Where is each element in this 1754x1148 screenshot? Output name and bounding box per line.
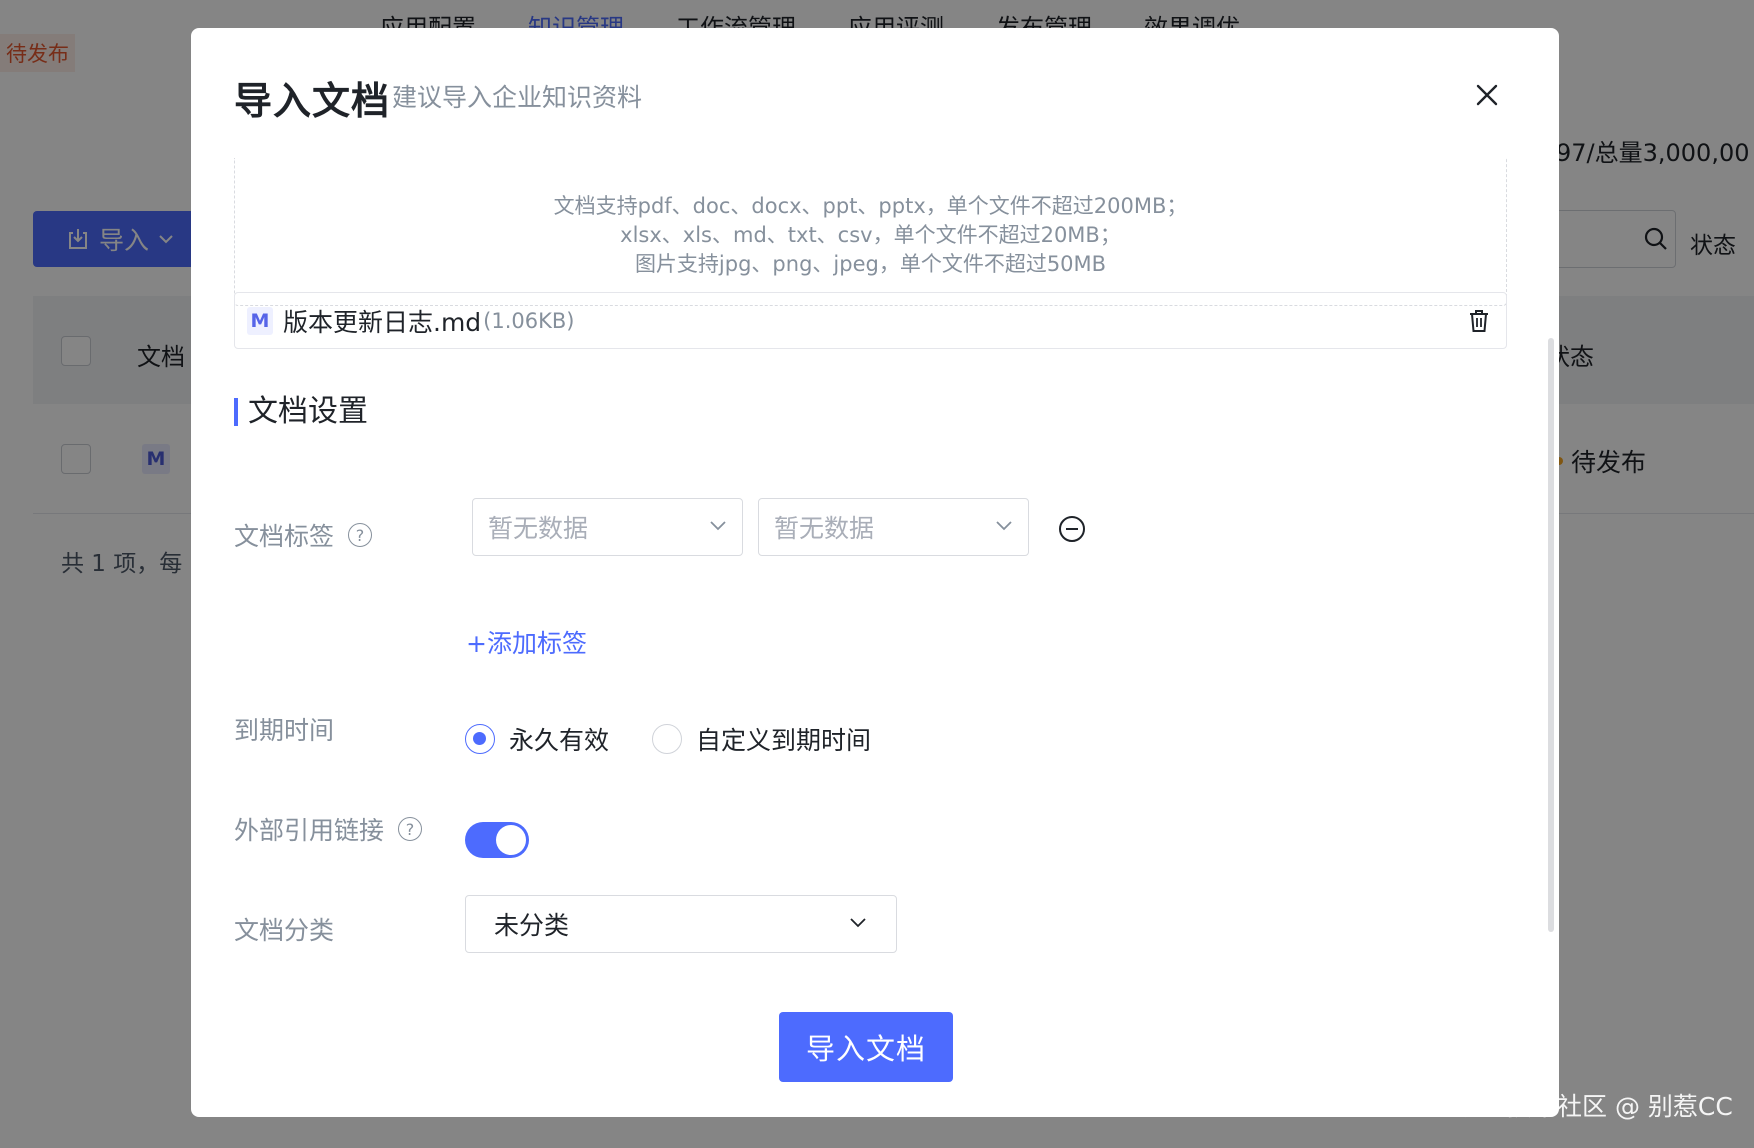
expiry-option-custom-label: 自定义到期时间 [696,726,872,755]
tags-label: 文档标签 ? [234,517,373,553]
tag-key-select[interactable]: 暂无数据 [472,498,743,556]
markdown-file-icon: M [247,306,273,335]
import-document-modal: 导入文档 建议导入企业知识资料 文档支持pdf、doc、docx、ppt、ppt… [191,28,1559,1117]
add-tag-button[interactable]: +添加标签 [466,624,587,660]
external-link-label-text: 外部引用链接 [234,816,385,845]
close-icon[interactable] [1472,80,1502,110]
watermark: 掘金技术社区 @ 别惹CC [1457,1092,1733,1121]
expiry-option-custom[interactable]: 自定义到期时间 [652,721,871,757]
uploaded-file-item: M 版本更新日志.md (1.06KB) [234,292,1507,349]
modal-scrollbar[interactable] [1548,338,1554,932]
help-icon[interactable]: ? [348,523,373,547]
upload-dropzone[interactable]: 文档支持pdf、doc、docx、ppt、pptx，单个文件不超过200MB； … [234,158,1507,306]
tag-value-placeholder: 暂无数据 [774,514,875,543]
radio-unchecked-icon [652,724,682,754]
upload-hint-sheets: xlsx、xls、md、txt、csv，单个文件不超过20MB； [620,223,1121,247]
tag-key-placeholder: 暂无数据 [488,514,589,543]
file-size: (1.06KB) [483,308,575,333]
file-name: 版本更新日志.md [283,307,482,337]
chevron-down-icon [996,521,1012,531]
category-value: 未分类 [494,911,570,940]
chevron-down-icon [850,918,866,928]
help-icon[interactable]: ? [398,817,423,841]
upload-hint-images: 图片支持jpg、png、jpeg，单个文件不超过50MB [634,252,1107,276]
upload-hint-documents: 文档支持pdf、doc、docx、ppt、pptx，单个文件不超过200MB； [553,194,1188,218]
category-label: 文档分类 [234,916,335,945]
expiry-option-permanent-label: 永久有效 [509,726,610,755]
tag-value-select[interactable]: 暂无数据 [758,498,1029,556]
section-title-document-settings: 文档设置 [234,397,368,427]
chevron-down-icon [710,521,726,531]
expiry-option-permanent[interactable]: 永久有效 [465,721,609,757]
trash-icon[interactable] [1468,309,1490,333]
modal-subtitle: 建议导入企业知识资料 [392,83,643,112]
toggle-knob [496,825,526,855]
modal-title: 导入文档 [234,79,391,123]
category-select[interactable]: 未分类 [465,895,897,953]
expiry-label: 到期时间 [234,716,335,745]
remove-tag-icon[interactable] [1059,516,1085,542]
radio-checked-icon [465,724,495,754]
external-link-label: 外部引用链接 ? [234,811,423,847]
import-document-submit-button[interactable]: 导入文档 [779,1012,953,1082]
tags-label-text: 文档标签 [234,522,335,551]
external-link-toggle[interactable] [465,822,529,858]
